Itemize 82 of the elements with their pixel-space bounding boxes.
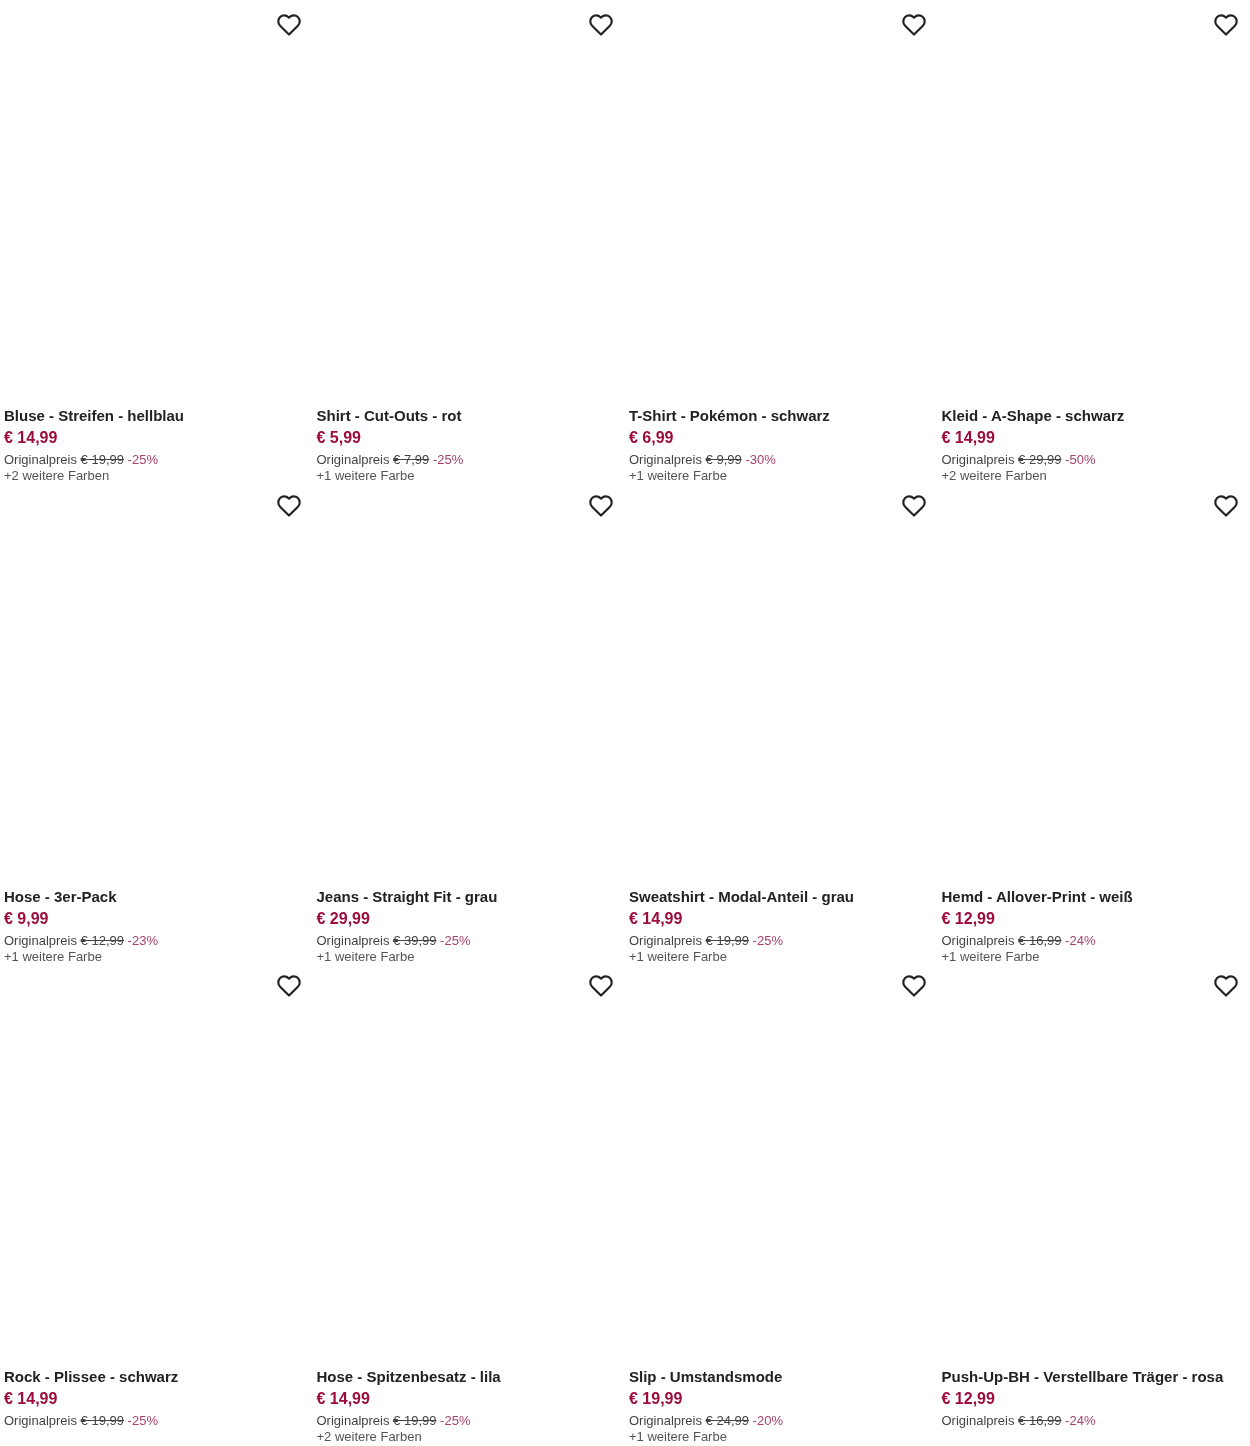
discount-percent: -24% xyxy=(1065,1413,1096,1428)
original-price-label: Originalpreis xyxy=(941,932,1015,948)
more-colors-text: +1 weitere Farbe xyxy=(629,1429,727,1442)
original-price-label: Originalpreis xyxy=(629,932,702,948)
discount-percent: -25% xyxy=(440,932,471,948)
more-colors-text: +1 weitere Farbe xyxy=(316,948,415,964)
heart-icon[interactable] xyxy=(589,13,613,37)
discount-percent: -25% xyxy=(440,1413,471,1428)
product-title[interactable]: Bluse - Streifen - hellblau xyxy=(4,407,185,424)
heart-icon[interactable] xyxy=(1214,13,1238,37)
heart-icon[interactable] xyxy=(276,13,301,37)
original-price: € 19,99 xyxy=(80,452,124,467)
product-price: € 14,99 xyxy=(4,428,59,447)
discount-percent: -50% xyxy=(1065,452,1096,467)
discount-percent: -25% xyxy=(127,452,158,467)
original-price-label: Originalpreis xyxy=(629,452,702,467)
product-price: € 9,99 xyxy=(4,908,50,928)
original-price: € 19,99 xyxy=(705,932,749,948)
product-title[interactable]: Hemd - Allover-Print - weiß xyxy=(941,887,1133,905)
product-title[interactable]: Sweatshirt - Modal-Anteil - grau xyxy=(629,887,854,905)
product-title[interactable]: Hose - Spitzenbesatz - lila xyxy=(316,1368,501,1385)
heart-icon[interactable] xyxy=(589,493,613,518)
product-price: € 29,99 xyxy=(316,908,371,928)
original-price-label: Originalpreis xyxy=(941,1413,1015,1428)
product-price: € 14,99 xyxy=(4,1389,59,1408)
heart-icon[interactable] xyxy=(901,974,926,998)
product-title[interactable]: Slip - Umstandsmode xyxy=(629,1368,783,1385)
original-price-label: Originalpreis xyxy=(4,452,77,467)
original-price-label: Originalpreis xyxy=(316,932,390,948)
original-price: € 9,99 xyxy=(705,452,742,467)
discount-percent: -25% xyxy=(127,1413,158,1428)
more-colors-text: +1 weitere Farbe xyxy=(629,948,727,964)
more-colors-text: +1 weitere Farbe xyxy=(629,468,727,483)
heart-icon[interactable] xyxy=(1214,974,1238,998)
heart-icon[interactable] xyxy=(276,493,301,518)
heart-icon[interactable] xyxy=(276,974,301,998)
product-title[interactable]: Hose - 3er-Pack xyxy=(4,887,117,905)
discount-percent: -30% xyxy=(745,452,776,467)
original-price: € 39,99 xyxy=(393,932,437,948)
original-price: € 7,99 xyxy=(393,452,430,467)
original-price: € 19,99 xyxy=(393,1413,437,1428)
original-price: € 19,99 xyxy=(80,1413,124,1428)
product-price: € 14,99 xyxy=(941,428,996,447)
product-title[interactable]: Jeans - Straight Fit - grau xyxy=(316,887,498,905)
original-price-label: Originalpreis xyxy=(4,932,77,948)
product-title[interactable]: Push-Up-BH - Verstellbare Träger - rosa xyxy=(941,1368,1224,1385)
heart-icon[interactable] xyxy=(901,13,926,37)
more-colors-text: +1 weitere Farbe xyxy=(4,948,102,964)
more-colors-text: +1 weitere Farbe xyxy=(316,468,415,483)
original-price: € 16,99 xyxy=(1018,932,1062,948)
more-colors-text: +1 weitere Farbe xyxy=(941,948,1040,964)
heart-icon[interactable] xyxy=(901,493,926,518)
more-colors-text: +2 weitere Farben xyxy=(4,468,110,483)
product-price: € 12,99 xyxy=(941,1389,996,1408)
product-title[interactable]: T-Shirt - Pokémon - schwarz xyxy=(629,407,830,424)
original-price-label: Originalpreis xyxy=(941,452,1015,467)
discount-percent: -25% xyxy=(752,932,783,948)
discount-percent: -25% xyxy=(432,452,464,467)
discount-percent: -24% xyxy=(1065,932,1096,948)
product-title[interactable]: Kleid - A-Shape - schwarz xyxy=(941,407,1125,424)
original-price-label: Originalpreis xyxy=(4,1413,77,1428)
original-price-label: Originalpreis xyxy=(629,1413,702,1428)
product-price: € 5,99 xyxy=(316,428,362,447)
discount-percent: -23% xyxy=(127,932,158,948)
discount-percent: -20% xyxy=(752,1413,783,1428)
original-price: € 16,99 xyxy=(1018,1413,1062,1428)
more-colors-text: +2 weitere Farben xyxy=(316,1429,422,1442)
product-price: € 14,99 xyxy=(629,908,684,928)
heart-icon[interactable] xyxy=(589,974,613,998)
original-price: € 24,99 xyxy=(705,1413,749,1428)
product-price: € 6,99 xyxy=(629,428,675,447)
original-price-label: Originalpreis xyxy=(316,1413,390,1428)
product-price: € 14,99 xyxy=(316,1389,371,1408)
original-price: € 29,99 xyxy=(1018,452,1062,467)
product-title[interactable]: Rock - Plissee - schwarz xyxy=(4,1368,179,1385)
more-colors-text: +2 weitere Farben xyxy=(941,468,1047,483)
original-price: € 12,99 xyxy=(80,932,124,948)
product-price: € 19,99 xyxy=(629,1389,684,1408)
product-title[interactable]: Shirt - Cut-Outs - rot xyxy=(316,407,462,424)
original-price-label: Originalpreis xyxy=(316,452,390,467)
heart-icon[interactable] xyxy=(1214,493,1238,518)
product-price: € 12,99 xyxy=(941,908,996,928)
